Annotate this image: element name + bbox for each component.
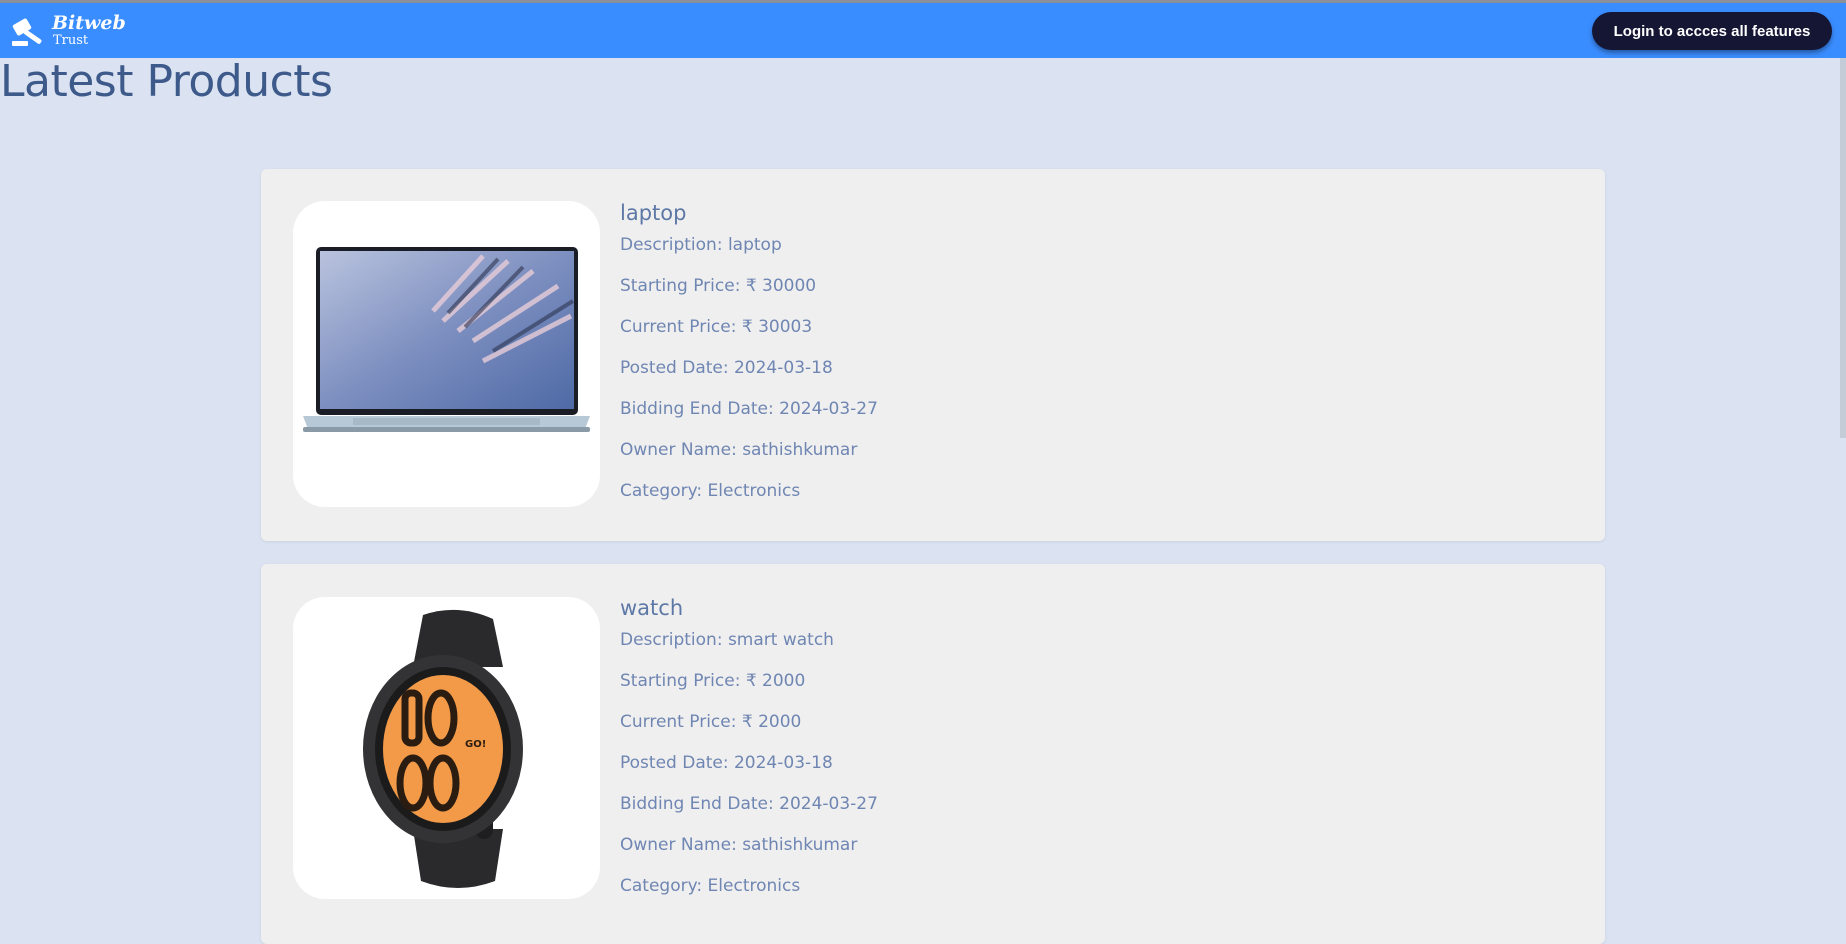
product-starting-price: Starting Price: ₹ 30000 [620,276,817,296]
product-category: Category: Electronics [620,481,801,501]
product-posted-date: Posted Date: 2024-03-18 [620,753,833,773]
svg-text:GO!: GO! [465,739,486,750]
product-card-laptop[interactable]: laptop Description: laptop Starting Pric… [261,169,1605,541]
product-card-watch[interactable]: GO! watch Description: smart watch Start… [261,564,1605,944]
product-image[interactable]: GO! [293,597,600,899]
laptop-image [303,247,590,432]
brand-tagline: Trust [53,33,89,48]
scrollbar[interactable] [1840,58,1846,438]
smartwatch-image: GO! [363,609,523,888]
brand-logo[interactable]: Bitweb Trust [10,11,126,51]
product-starting-price: Starting Price: ₹ 2000 [620,671,806,691]
product-info: watch Description: smart watch Starting … [620,596,878,917]
product-owner-name: Owner Name: sathishkumar [620,440,858,460]
product-owner-name: Owner Name: sathishkumar [620,835,858,855]
navbar: Bitweb Trust Login to accces all feature… [0,3,1846,58]
product-category: Category: Electronics [620,876,801,896]
product-bidding-end-date: Bidding End Date: 2024-03-27 [620,399,878,419]
brand-name: Bitweb [52,12,126,34]
product-name[interactable]: laptop [620,201,878,225]
login-button[interactable]: Login to accces all features [1592,12,1832,50]
product-description: Description: smart watch [620,630,834,650]
product-bidding-end-date: Bidding End Date: 2024-03-27 [620,794,878,814]
product-current-price: Current Price: ₹ 30003 [620,317,813,337]
product-description: Description: laptop [620,235,782,255]
page-title: Latest Products [0,56,333,107]
product-name[interactable]: watch [620,596,878,620]
product-current-price: Current Price: ₹ 2000 [620,712,802,732]
product-posted-date: Posted Date: 2024-03-18 [620,358,833,378]
product-image[interactable] [293,201,600,507]
product-info: laptop Description: laptop Starting Pric… [620,201,878,522]
gavel-icon [12,18,42,46]
